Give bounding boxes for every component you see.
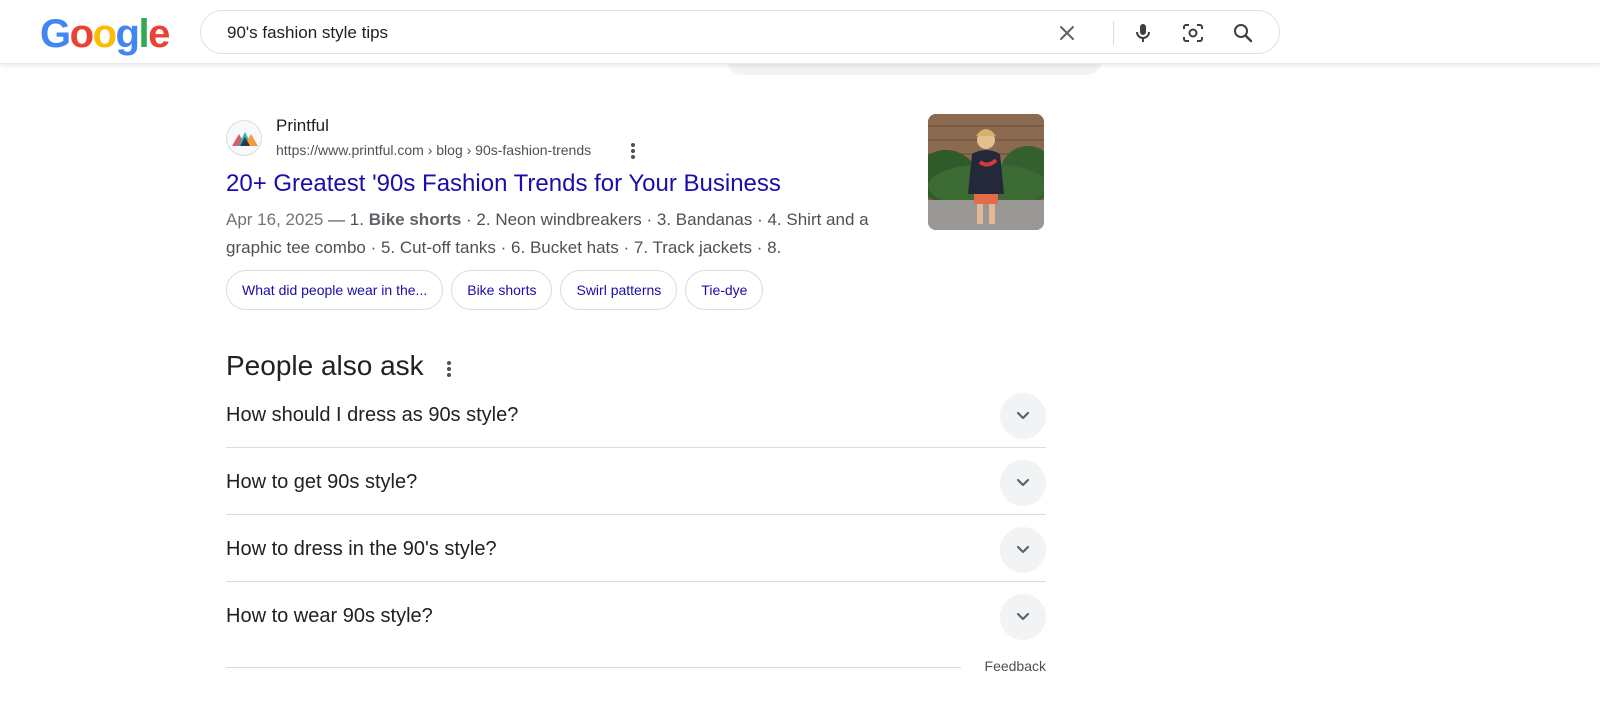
snippet-date: Apr 16, 2025 bbox=[226, 210, 324, 229]
feedback-divider bbox=[226, 667, 961, 668]
feedback-link[interactable]: Feedback bbox=[985, 658, 1046, 674]
chip-bike-shorts[interactable]: Bike shorts bbox=[451, 270, 553, 310]
result-thumbnail[interactable] bbox=[928, 114, 1044, 230]
paa-question[interactable]: How to wear 90s style? bbox=[226, 583, 1046, 649]
logo-letter: o bbox=[92, 12, 117, 56]
related-chips: What did people wear in the... Bike shor… bbox=[226, 270, 764, 310]
mic-icon[interactable] bbox=[1131, 21, 1155, 45]
site-name[interactable]: Printful bbox=[276, 116, 329, 136]
paa-question-text: How to wear 90s style? bbox=[226, 605, 433, 627]
chevron-down-icon[interactable] bbox=[1000, 527, 1046, 573]
chip-swirl-patterns[interactable]: Swirl patterns bbox=[560, 270, 678, 310]
chevron-down-icon[interactable] bbox=[1000, 460, 1046, 506]
logo-letter: G bbox=[40, 12, 71, 56]
close-icon[interactable] bbox=[1055, 21, 1079, 45]
logo-letter: o bbox=[69, 12, 94, 56]
paa-question[interactable]: How to dress in the 90's style? bbox=[226, 516, 1046, 582]
result-title-link[interactable]: 20+ Greatest '90s Fashion Trends for You… bbox=[226, 170, 781, 198]
search-icon[interactable] bbox=[1231, 21, 1255, 45]
lens-icon[interactable] bbox=[1181, 21, 1205, 45]
more-options-icon[interactable] bbox=[624, 141, 642, 161]
paa-question[interactable]: How should I dress as 90s style? bbox=[226, 382, 1046, 448]
paa-question-text: How should I dress as 90s style? bbox=[226, 404, 519, 426]
logo-letter: l bbox=[138, 12, 149, 56]
paa-question[interactable]: How to get 90s style? bbox=[226, 449, 1046, 515]
result-snippet: Apr 16, 2025 — 1. Bike shorts · 2. Neon … bbox=[226, 206, 906, 262]
snippet-separator: — 1. bbox=[323, 210, 369, 229]
snippet-bold: Bike shorts bbox=[368, 210, 462, 229]
chevron-down-icon[interactable] bbox=[1000, 393, 1046, 439]
paa-question-text: How to get 90s style? bbox=[226, 471, 418, 493]
chip-what-did-people-wear[interactable]: What did people wear in the... bbox=[226, 270, 444, 310]
search-divider bbox=[1113, 21, 1114, 45]
paa-question-text: How to dress in the 90's style? bbox=[226, 538, 497, 560]
logo-letter: e bbox=[148, 12, 170, 56]
paa-heading: People also ask bbox=[226, 350, 424, 381]
chip-tie-dye[interactable]: Tie-dye bbox=[685, 270, 764, 310]
printful-favicon-icon bbox=[226, 120, 262, 156]
google-logo[interactable]: Google bbox=[40, 12, 170, 56]
site-url[interactable]: https://www.printful.com › blog › 90s-fa… bbox=[276, 142, 591, 158]
search-input[interactable]: 90's fashion style tips bbox=[227, 23, 388, 43]
chevron-down-icon[interactable] bbox=[1000, 594, 1046, 640]
header: Google 90's fashion style tips bbox=[0, 0, 1600, 64]
search-box[interactable]: 90's fashion style tips bbox=[200, 10, 1280, 54]
logo-letter: g bbox=[115, 12, 140, 56]
paa-more-options-icon[interactable] bbox=[440, 358, 458, 380]
